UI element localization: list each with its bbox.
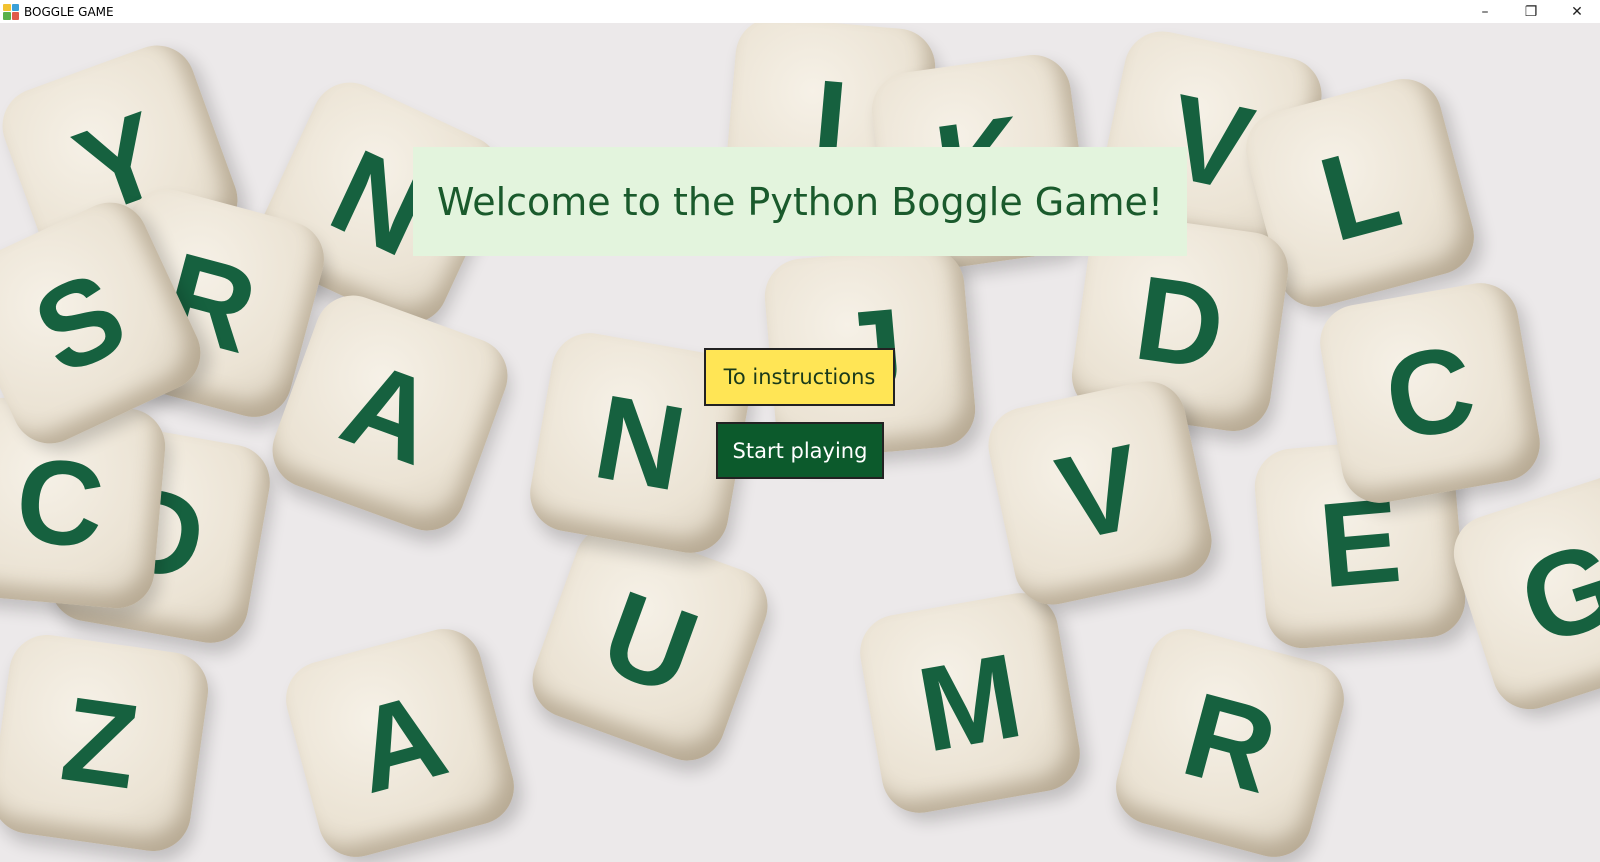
welcome-banner: Welcome to the Python Boggle Game! <box>413 147 1187 256</box>
letter-die: A <box>277 620 523 862</box>
die-letter: A <box>340 667 460 819</box>
die-letter: G <box>1504 514 1600 672</box>
close-icon[interactable]: ✕ <box>1554 0 1600 23</box>
die-letter: M <box>909 628 1031 778</box>
die-letter: N <box>585 369 695 517</box>
die-letter: Z <box>54 671 146 815</box>
letter-die: R <box>1107 620 1353 862</box>
welcome-text: Welcome to the Python Boggle Game! <box>436 179 1164 224</box>
letter-die: G <box>1443 466 1600 720</box>
letter-die: C <box>1314 277 1546 509</box>
app-icon <box>3 3 19 20</box>
window-title: BOGGLE GAME <box>24 4 114 19</box>
restore-icon[interactable]: ❐ <box>1508 0 1554 23</box>
die-letter: A <box>326 335 454 491</box>
die-letter: L <box>1307 118 1413 268</box>
die-letter: R <box>1170 667 1290 819</box>
die-letter: U <box>586 565 714 721</box>
title-bar: BOGGLE GAME – ❐ ✕ <box>0 0 1600 23</box>
to-instructions-button[interactable]: To instructions <box>704 348 895 406</box>
letter-die: U <box>521 514 779 772</box>
letter-die: Z <box>0 630 213 856</box>
minimize-icon[interactable]: – <box>1462 0 1508 23</box>
letter-die: M <box>854 587 1086 819</box>
die-letter: D <box>1127 250 1233 396</box>
die-letter: C <box>10 432 110 574</box>
start-playing-button[interactable]: Start playing <box>716 422 884 479</box>
letter-die: V <box>981 374 1219 612</box>
window-controls: – ❐ ✕ <box>1462 0 1600 23</box>
die-letter: C <box>1375 319 1485 467</box>
die-letter: S <box>15 245 145 401</box>
die-letter: V <box>1046 419 1154 567</box>
